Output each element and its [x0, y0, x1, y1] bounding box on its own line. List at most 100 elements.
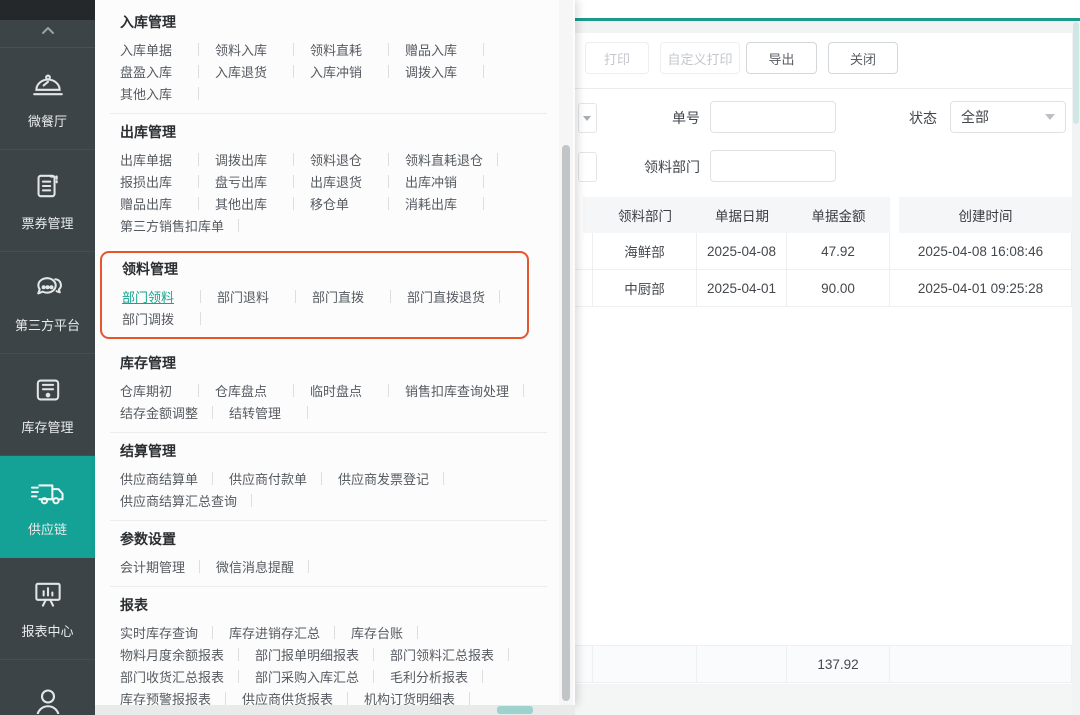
- sidebar-item-third-party-platform[interactable]: 第三方平台: [0, 252, 95, 354]
- chevron-down-icon: [1045, 114, 1055, 120]
- menu-item[interactable]: 微信消息提醒: [216, 557, 294, 576]
- menu-item[interactable]: 销售扣库查询处理: [405, 381, 509, 400]
- menu-item[interactable]: 库存进销存汇总: [229, 623, 320, 642]
- menu-item[interactable]: 供应商结算汇总查询: [120, 491, 237, 510]
- section-title: 结算管理: [120, 441, 547, 461]
- col-header-created[interactable]: 创建时间: [899, 205, 1072, 225]
- menu-item[interactable]: 结存金额调整: [120, 403, 198, 422]
- menu-item[interactable]: 其他入库: [120, 84, 184, 103]
- menu-item[interactable]: 盘亏出库: [215, 172, 279, 191]
- right-scrollbar-track[interactable]: [1072, 21, 1080, 715]
- menu-item[interactable]: 部门采购入库汇总: [255, 667, 359, 686]
- sidebar-item-supply-chain[interactable]: 供应链: [0, 456, 95, 558]
- status-select[interactable]: 全部: [950, 101, 1066, 133]
- menu-item[interactable]: 部门调拨: [122, 309, 186, 328]
- report-board-icon: [30, 578, 66, 610]
- status-select-value: 全部: [961, 107, 989, 127]
- menu-item[interactable]: 仓库盘点: [215, 381, 279, 400]
- col-header-date[interactable]: 单据日期: [697, 205, 787, 225]
- menu-item[interactable]: 会计期管理: [120, 557, 185, 576]
- row-spacer: [575, 233, 593, 269]
- menu-item[interactable]: 调拨入库: [405, 62, 469, 81]
- menu-item[interactable]: 其他出库: [215, 194, 279, 213]
- menu-item[interactable]: 赠品出库: [120, 194, 184, 213]
- menu-item[interactable]: 供应商付款单: [229, 469, 307, 488]
- menu-section-requisition-highlighted: 领料管理 部门领料 部门退料 部门直拨 部门直拨退货 部门调拨: [100, 251, 529, 339]
- sidebar-item-inventory-management[interactable]: 库存管理: [0, 354, 95, 456]
- menu-item[interactable]: 毛利分析报表: [390, 667, 468, 686]
- menu-item[interactable]: 部门直拨: [312, 287, 376, 306]
- menu-item[interactable]: 部门领料汇总报表: [390, 645, 494, 664]
- table-row[interactable]: 中厨部 2025-04-01 90.00 2025-04-01 09:25:28: [575, 270, 1072, 307]
- sidebar-item-label: 供应链: [28, 519, 67, 538]
- close-button[interactable]: 关闭: [828, 42, 898, 74]
- sidebar: 微餐厅 票券管理 第三方平台: [0, 0, 95, 715]
- panel-bottom-strip: [95, 705, 575, 715]
- menu-item[interactable]: 部门收货汇总报表: [120, 667, 224, 686]
- section-title: 出库管理: [120, 122, 547, 142]
- table-row[interactable]: 海鲜部 2025-04-08 47.92 2025-04-08 16:08:46: [575, 233, 1072, 270]
- order-number-input[interactable]: [710, 101, 836, 133]
- menu-item[interactable]: 领料入库: [215, 40, 279, 59]
- menu-item[interactable]: 部门退料: [217, 287, 281, 306]
- menu-item[interactable]: 调拨出库: [215, 150, 279, 169]
- partial-select[interactable]: [578, 103, 597, 133]
- menu-item[interactable]: 供应商结算单: [120, 469, 198, 488]
- row-spacer: [575, 646, 593, 682]
- partial-input[interactable]: [578, 152, 597, 182]
- requisition-dept-input[interactable]: [710, 150, 836, 182]
- sidebar-collapse-button[interactable]: [0, 20, 95, 48]
- section-title: 库存管理: [120, 353, 547, 373]
- menu-scrollbar-thumb[interactable]: [562, 145, 570, 701]
- right-scrollbar-thumb[interactable]: [1073, 22, 1079, 124]
- print-button[interactable]: 打印: [585, 42, 649, 74]
- menu-item[interactable]: 领料直耗: [310, 40, 374, 59]
- sidebar-item-micro-restaurant[interactable]: 微餐厅: [0, 48, 95, 150]
- toolbar-divider: [575, 88, 1072, 89]
- total-empty-date: [697, 646, 787, 682]
- chat-bubbles-icon: [30, 272, 66, 304]
- menu-item[interactable]: 盘盈入库: [120, 62, 184, 81]
- menu-item[interactable]: 部门报单明细报表: [255, 645, 359, 664]
- menu-item[interactable]: 临时盘点: [310, 381, 374, 400]
- menu-item[interactable]: 消耗出库: [405, 194, 469, 213]
- menu-section-stock: 库存管理 仓库期初 仓库盘点 临时盘点 销售扣库查询处理 结存金额调整 结转管理: [110, 345, 547, 433]
- menu-item[interactable]: 入库退货: [215, 62, 279, 81]
- menu-item-dept-requisition-active[interactable]: 部门领料: [122, 287, 186, 306]
- menu-section-outbound: 出库管理 出库单据 调拨出库 领料退仓 领料直耗退仓 报损出库 盘亏出库 出库退…: [110, 114, 547, 245]
- col-header-amount[interactable]: 单据金额: [787, 205, 890, 225]
- sidebar-item-ticket-management[interactable]: 票券管理: [0, 150, 95, 252]
- table-header-left: 领料部门 单据日期 单据金额: [583, 197, 890, 233]
- menu-item[interactable]: 移仓单: [310, 194, 374, 213]
- menu-item[interactable]: 入库单据: [120, 40, 184, 59]
- menu-item[interactable]: 实时库存查询: [120, 623, 198, 642]
- custom-print-button[interactable]: 自定义打印: [660, 42, 740, 74]
- menu-item[interactable]: 领料退仓: [310, 150, 374, 169]
- sidebar-item-report-center[interactable]: 报表中心: [0, 558, 95, 660]
- menu-item[interactable]: 报损出库: [120, 172, 184, 191]
- menu-item[interactable]: 供应商发票登记: [338, 469, 429, 488]
- menu-item[interactable]: 入库冲销: [310, 62, 374, 81]
- menu-item[interactable]: 领料直耗退仓: [405, 150, 483, 169]
- menu-item[interactable]: 库存台账: [351, 623, 403, 642]
- cell-date: 2025-04-08: [697, 233, 787, 269]
- section-title: 参数设置: [120, 529, 547, 549]
- cell-dept: 中厨部: [593, 270, 697, 306]
- menu-item[interactable]: 物料月度余额报表: [120, 645, 224, 664]
- menu-item[interactable]: 赠品入库: [405, 40, 469, 59]
- cell-dept: 海鲜部: [593, 233, 697, 269]
- col-header-dept[interactable]: 领料部门: [593, 205, 697, 225]
- menu-item[interactable]: 出库冲销: [405, 172, 469, 191]
- menu-item[interactable]: 结转管理: [229, 403, 293, 422]
- order-number-label: 单号: [633, 102, 700, 134]
- menu-item[interactable]: 仓库期初: [120, 381, 184, 400]
- section-title: 报表: [120, 595, 547, 615]
- export-button[interactable]: 导出: [746, 42, 817, 74]
- menu-item[interactable]: 部门直拨退货: [407, 287, 485, 306]
- menu-item[interactable]: 第三方销售扣库单: [120, 216, 224, 235]
- menu-item[interactable]: 出库单据: [120, 150, 184, 169]
- sidebar-item-user-partial[interactable]: [0, 660, 95, 714]
- menu-item[interactable]: 出库退货: [310, 172, 374, 191]
- horizontal-scrollbar-thumb[interactable]: [497, 706, 533, 714]
- requisition-dept-label: 领料部门: [628, 151, 700, 183]
